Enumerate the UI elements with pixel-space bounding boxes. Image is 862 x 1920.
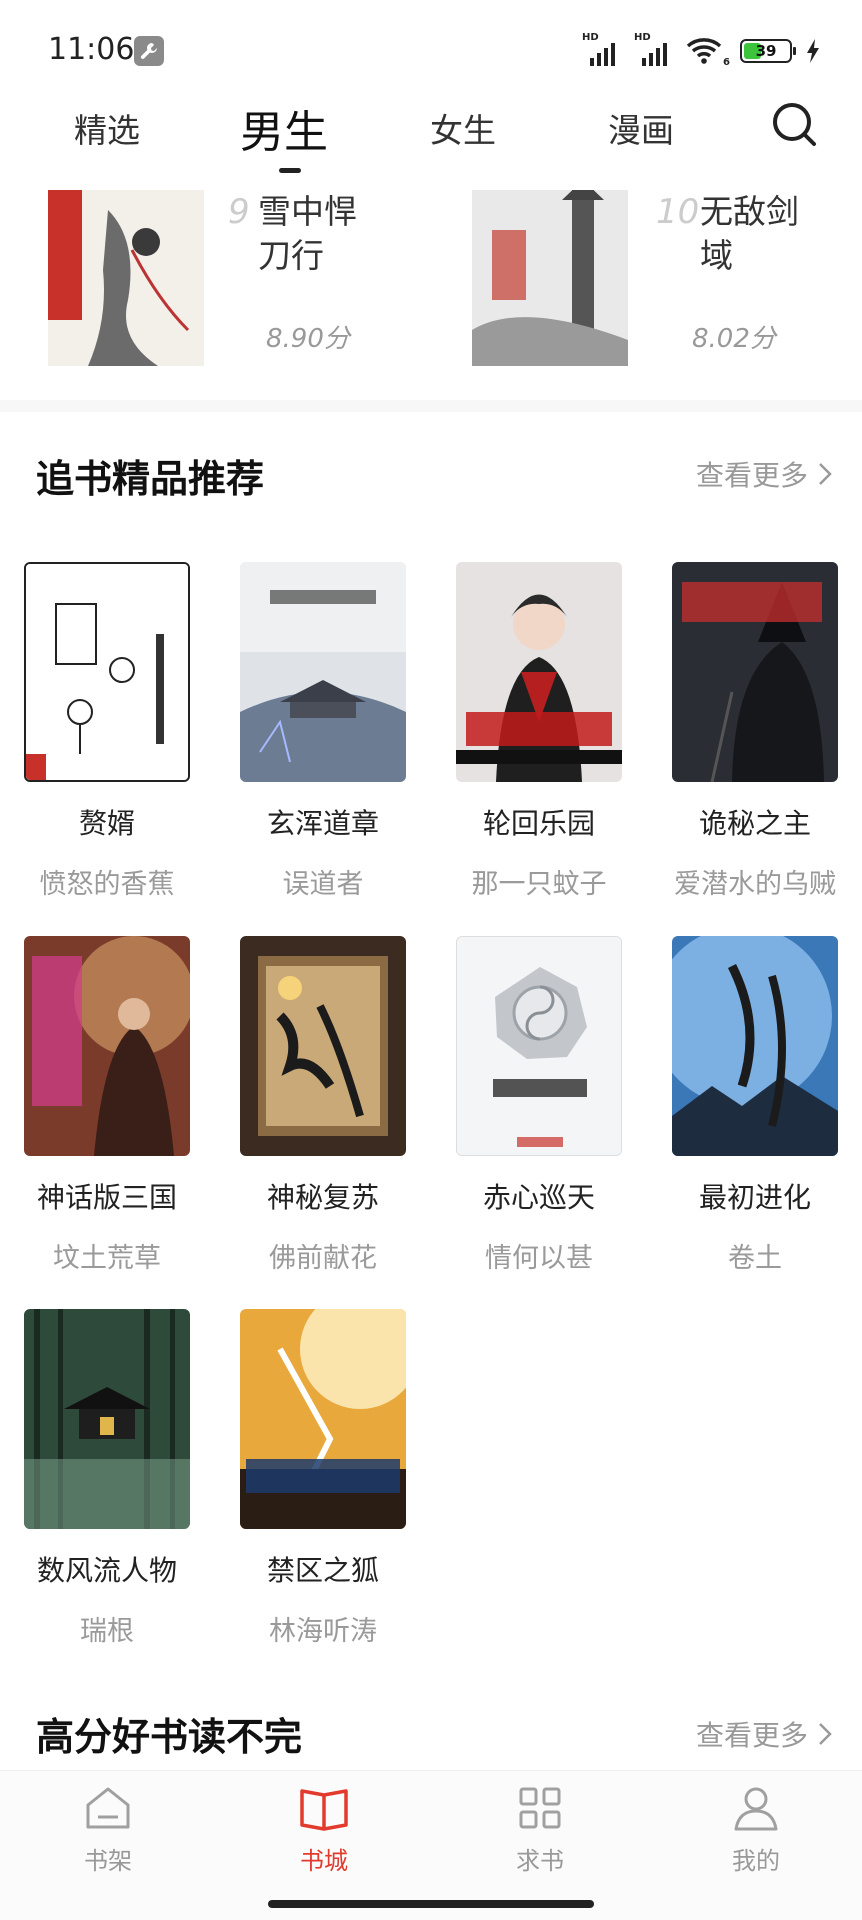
book-cover[interactable] <box>672 936 838 1156</box>
chevron-right-icon <box>819 1723 832 1745</box>
bottom-nav: 书架 书城 求书 我的 <box>0 1770 862 1920</box>
signal-icon: HD <box>582 32 626 66</box>
book-author: 卷土 <box>728 1243 782 1274</box>
search-icon[interactable] <box>770 100 820 150</box>
battery-icon: 39 <box>740 39 796 63</box>
charging-icon <box>806 39 822 63</box>
tab-jingxuan[interactable]: 精选 <box>74 104 140 152</box>
book-card[interactable]: 数风流人物 瑞根 <box>24 1309 190 1648</box>
wifi-icon: 6 <box>686 36 730 68</box>
wifi-badge: 6 <box>723 57 730 68</box>
nav-label: 书架 <box>84 1847 132 1875</box>
nav-label: 我的 <box>732 1847 780 1875</box>
book-title: 赤心巡天 <box>482 1181 595 1214</box>
see-more-link[interactable]: 查看更多 <box>696 454 832 494</box>
rank-score: 8.02分 <box>692 324 776 354</box>
rank-number: 9 <box>228 192 250 232</box>
book-author: 坟土荒草 <box>53 1243 161 1274</box>
book-author: 误道者 <box>282 869 364 900</box>
book-open-icon <box>300 1789 348 1831</box>
home-indicator[interactable] <box>268 1900 594 1908</box>
section-title: 追书精品推荐 <box>36 457 265 501</box>
book-cover[interactable] <box>48 190 204 366</box>
book-card[interactable]: 神话版三国 坟土荒草 <box>24 936 190 1275</box>
nav-item-request-book[interactable]: 求书 <box>480 1785 600 1876</box>
see-more-label: 查看更多 <box>695 459 808 492</box>
book-card[interactable]: 赤心巡天 情何以甚 <box>456 936 622 1275</box>
bookshelf-icon <box>86 1787 130 1829</box>
book-author: 情何以甚 <box>485 1243 593 1274</box>
status-indicators: HD HD 6 39 <box>582 32 822 68</box>
ranking-list: 9 雪中悍刀行 8.90分 10 无敌剑域 8.02分 <box>0 190 862 400</box>
book-title: 神话版三国 <box>36 1181 177 1214</box>
book-card[interactable]: 禁区之狐 林海听涛 <box>240 1309 406 1648</box>
book-card[interactable]: 赘婿 愤怒的香蕉 <box>24 562 190 901</box>
rank-score: 8.90分 <box>266 324 350 354</box>
book-card[interactable]: 神秘复苏 佛前献花 <box>240 936 406 1275</box>
signal-label: HD <box>582 32 599 43</box>
book-author: 林海听涛 <box>269 1616 377 1647</box>
book-cover[interactable] <box>240 936 406 1156</box>
section-divider <box>0 400 862 412</box>
active-tab-indicator <box>279 168 301 173</box>
battery-level: 39 <box>755 42 777 60</box>
wrench-icon <box>134 36 164 66</box>
nav-item-bookshelf[interactable]: 书架 <box>48 1785 168 1876</box>
book-author: 佛前献花 <box>269 1243 377 1274</box>
book-cover[interactable] <box>472 190 628 366</box>
rank-title: 雪中悍刀行 <box>258 192 357 275</box>
book-author: 瑞根 <box>80 1616 134 1647</box>
ranking-item[interactable]: 10 无敌剑域 8.02分 <box>472 190 852 370</box>
book-card[interactable]: 最初进化 卷土 <box>672 936 838 1275</box>
person-icon <box>734 1787 778 1831</box>
book-title: 神秘复苏 <box>266 1181 379 1214</box>
book-cover[interactable] <box>240 1309 406 1529</box>
book-cover[interactable] <box>456 562 622 782</box>
tab-manhua[interactable]: 漫画 <box>608 104 674 152</box>
book-cover[interactable] <box>24 562 190 782</box>
book-cover[interactable] <box>240 562 406 782</box>
nav-item-mine[interactable]: 我的 <box>696 1785 816 1876</box>
book-card[interactable]: 轮回乐园 那一只蚊子 <box>456 562 622 901</box>
book-cover[interactable] <box>672 562 838 782</box>
book-title: 最初进化 <box>698 1181 811 1214</box>
see-more-link[interactable]: 查看更多 <box>696 1714 832 1754</box>
nav-item-bookstore[interactable]: 书城 <box>264 1785 384 1876</box>
book-title: 数风流人物 <box>36 1554 177 1587</box>
book-author: 愤怒的香蕉 <box>39 869 175 900</box>
book-cover[interactable] <box>24 936 190 1156</box>
book-author: 那一只蚊子 <box>471 869 607 900</box>
book-author: 爱潜水的乌贼 <box>674 869 836 900</box>
nav-label: 书城 <box>300 1847 348 1875</box>
book-card[interactable]: 诡秘之主 爱潜水的乌贼 <box>672 562 838 901</box>
tab-nansheng[interactable]: 男生 <box>240 96 328 160</box>
ranking-item[interactable]: 9 雪中悍刀行 8.90分 <box>48 190 428 370</box>
book-card[interactable]: 玄浑道章 误道者 <box>240 562 406 901</box>
status-time: 11:06 <box>48 32 135 67</box>
rank-title: 无敌剑域 <box>700 192 799 275</box>
nav-label: 求书 <box>516 1847 564 1875</box>
book-cover[interactable] <box>24 1309 190 1529</box>
grid-icon <box>519 1787 561 1829</box>
book-title: 赘婿 <box>78 807 135 840</box>
status-bar: 11:06 HD HD 6 39 <box>0 0 862 100</box>
rank-number: 10 <box>656 192 700 232</box>
signal-label: HD <box>634 32 651 43</box>
book-cover[interactable] <box>456 936 622 1156</box>
see-more-label: 查看更多 <box>695 1719 808 1752</box>
book-title: 玄浑道章 <box>266 807 379 840</box>
top-tab-bar: 精选 男生 女生 漫画 <box>0 90 862 190</box>
section-title: 高分好书读不完 <box>36 1715 303 1759</box>
tab-nvsheng[interactable]: 女生 <box>430 104 496 152</box>
book-title: 轮回乐园 <box>482 807 595 840</box>
signal-icon: HD <box>634 32 678 66</box>
book-title: 禁区之狐 <box>266 1554 379 1587</box>
chevron-right-icon <box>819 463 832 485</box>
book-title: 诡秘之主 <box>698 807 811 840</box>
